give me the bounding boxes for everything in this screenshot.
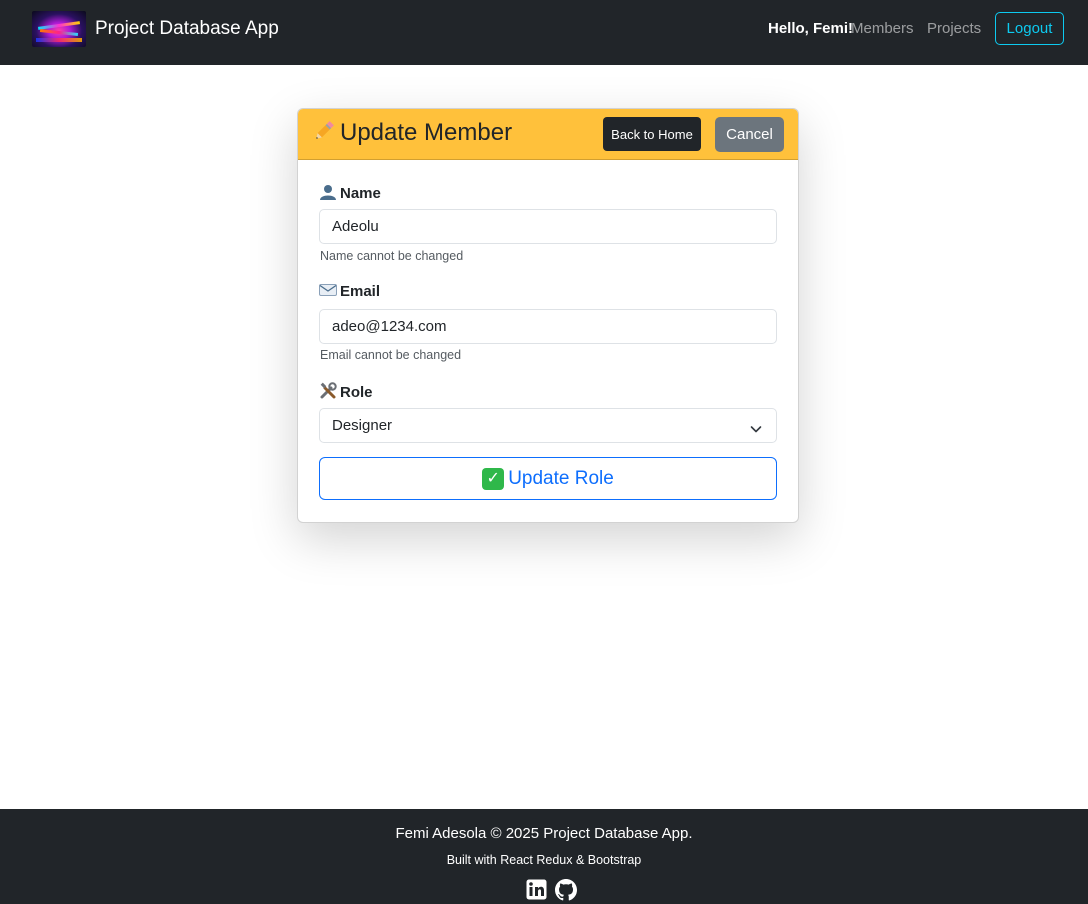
name-input[interactable]: Adeolu bbox=[319, 209, 777, 244]
chevron-down-icon bbox=[750, 421, 762, 433]
tools-icon bbox=[319, 382, 337, 401]
update-role-button[interactable]: ✓ Update Role bbox=[319, 457, 777, 500]
pencil-icon bbox=[312, 119, 336, 147]
footer-copyright: Femi Adesola © 2025 Project Database App… bbox=[395, 825, 693, 842]
social-links bbox=[526, 879, 578, 901]
nav-link-members[interactable]: Members bbox=[851, 20, 914, 37]
role-select[interactable]: Designer bbox=[319, 408, 777, 443]
update-member-card: Update Member Back to Home Cancel Name A… bbox=[297, 108, 799, 523]
logout-button[interactable]: Logout bbox=[995, 12, 1064, 45]
card-title: Update Member bbox=[312, 119, 512, 147]
footer: Femi Adesola © 2025 Project Database App… bbox=[0, 809, 1088, 904]
name-label: Name bbox=[319, 184, 381, 202]
footer-tagline: Built with React Redux & Bootstrap bbox=[446, 853, 642, 867]
email-label: Email bbox=[319, 283, 380, 300]
back-to-home-button[interactable]: Back to Home bbox=[603, 117, 701, 151]
user-greeting: Hello, Femi! bbox=[768, 20, 854, 37]
role-label: Role bbox=[319, 382, 373, 401]
nav-link-projects[interactable]: Projects bbox=[927, 20, 981, 37]
email-input[interactable]: adeo@1234.com bbox=[319, 309, 777, 344]
email-icon bbox=[319, 283, 337, 300]
check-icon: ✓ bbox=[482, 467, 505, 490]
brand-name[interactable]: Project Database App bbox=[95, 18, 279, 40]
linkedin-icon[interactable] bbox=[526, 879, 547, 900]
brand-logo[interactable] bbox=[32, 11, 86, 47]
user-icon bbox=[319, 184, 337, 202]
cancel-button[interactable]: Cancel bbox=[715, 117, 784, 152]
navbar: Project Database App Hello, Femi! Member… bbox=[0, 0, 1088, 65]
email-help-text: Email cannot be changed bbox=[320, 348, 462, 362]
github-icon[interactable] bbox=[555, 879, 577, 901]
name-help-text: Name cannot be changed bbox=[320, 249, 464, 263]
card-header: Update Member Back to Home Cancel bbox=[298, 109, 798, 160]
card-title-text: Update Member bbox=[340, 119, 513, 146]
